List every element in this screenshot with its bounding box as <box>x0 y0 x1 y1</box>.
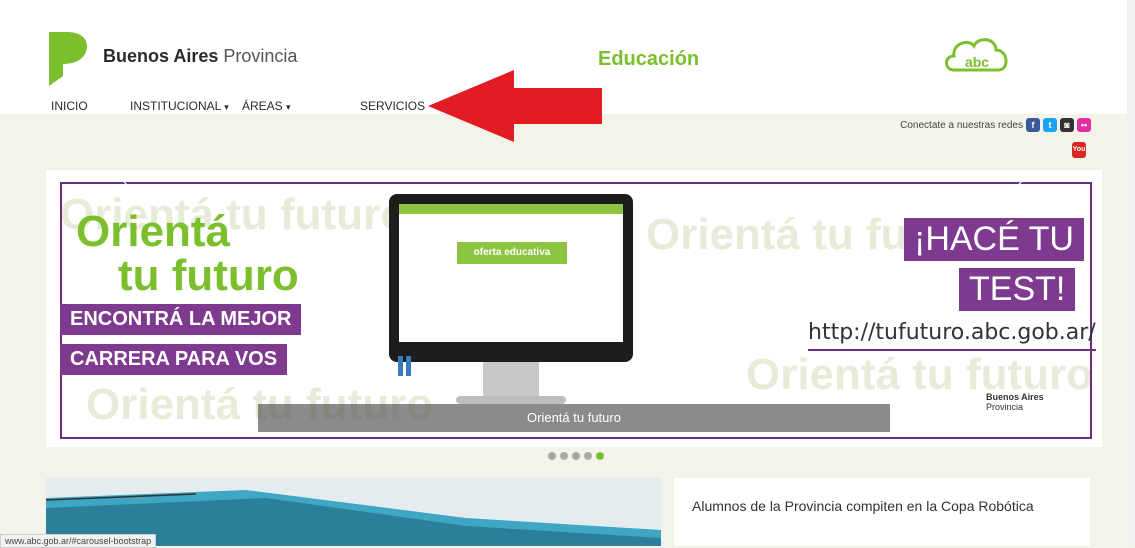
brand-name[interactable]: Buenos Aires Provincia <box>103 46 297 67</box>
banner-corner-brand: Buenos Aires Provincia <box>986 392 1044 412</box>
nav-servicios[interactable]: SERVICIOS <box>360 99 425 113</box>
carousel-caption: Orientá tu futuro <box>258 404 890 432</box>
nav-areas-label: ÁREAS <box>242 99 283 113</box>
social-label: Conectate a nuestras redes <box>900 119 1023 131</box>
caret-down-icon: ▾ <box>224 102 229 112</box>
nav-institucional-label: INSTITUCIONAL <box>130 99 221 113</box>
monitor-base <box>456 396 566 404</box>
carousel-banner[interactable]: Orientá tu futuro Orientá tu futuro Orie… <box>46 170 1102 447</box>
brand-bold: Buenos Aires <box>103 46 219 66</box>
carousel-dot[interactable] <box>548 452 556 460</box>
social-links: Conectate a nuestras redes f t ◙ •• <box>900 118 1091 132</box>
banner-hace-tu: ¡HACÉ TU <box>904 218 1084 261</box>
banner-tu-futuro: tu futuro <box>118 251 299 300</box>
youtube-icon[interactable]: You <box>1072 142 1086 158</box>
nav-areas[interactable]: ÁREAS ▾ <box>242 99 291 113</box>
nav-inicio[interactable]: INICIO <box>51 99 88 113</box>
page-scrollbar[interactable] <box>1127 0 1135 546</box>
screen-top-bar <box>399 204 623 214</box>
banner-orienta: Orientá <box>76 207 231 256</box>
oferta-educativa-button: oferta educativa <box>457 242 567 264</box>
corner-brand-line1: Buenos Aires <box>986 392 1044 402</box>
nav-institucional[interactable]: INSTITUCIONAL ▾ <box>130 99 229 113</box>
carousel-dot[interactable] <box>584 452 592 460</box>
banner-tag-2: CARRERA PARA VOS <box>60 344 288 375</box>
abc-logo-text: abc <box>965 54 989 70</box>
monitor-illustration: oferta educativa <box>389 194 633 362</box>
corner-brand-line2: Provincia <box>986 402 1024 412</box>
section-title: Educación <box>598 48 700 70</box>
news-card[interactable]: Alumnos de la Provincia compiten en la C… <box>674 478 1090 546</box>
caret-down-icon: ▾ <box>286 102 291 112</box>
pba-logo-icon[interactable] <box>47 30 89 88</box>
pause-icon[interactable] <box>398 356 412 376</box>
carousel-indicators <box>548 452 604 460</box>
news-title[interactable]: Alumnos de la Provincia compiten en la C… <box>692 496 1052 516</box>
site-header: Buenos Aires Provincia Educación abc INI… <box>0 10 1135 142</box>
banner-url[interactable]: http://tufuturo.abc.gob.ar/ <box>808 320 1096 351</box>
instagram-icon[interactable]: ◙ <box>1060 118 1074 132</box>
twitter-icon[interactable]: t <box>1043 118 1057 132</box>
youtube-icon-text: You <box>1072 146 1086 153</box>
brand-thin: Provincia <box>223 46 298 66</box>
abc-logo-icon[interactable]: abc <box>940 32 1014 76</box>
flickr-icon[interactable]: •• <box>1077 118 1091 132</box>
banner-tag-1: ENCONTRÁ LA MEJOR <box>60 304 302 335</box>
carousel-dot[interactable] <box>572 452 580 460</box>
carousel-dot-active[interactable] <box>596 452 604 460</box>
carousel-dot[interactable] <box>560 452 568 460</box>
monitor-stand <box>483 362 539 398</box>
carousel-next-icon[interactable]: › <box>1018 172 1023 190</box>
carousel-prev-icon[interactable]: ‹ <box>122 172 127 190</box>
red-arrow-annotation <box>428 70 602 142</box>
facebook-icon[interactable]: f <box>1026 118 1040 132</box>
monitor-screen: oferta educativa <box>399 204 623 342</box>
banner-test: TEST! <box>959 268 1076 311</box>
